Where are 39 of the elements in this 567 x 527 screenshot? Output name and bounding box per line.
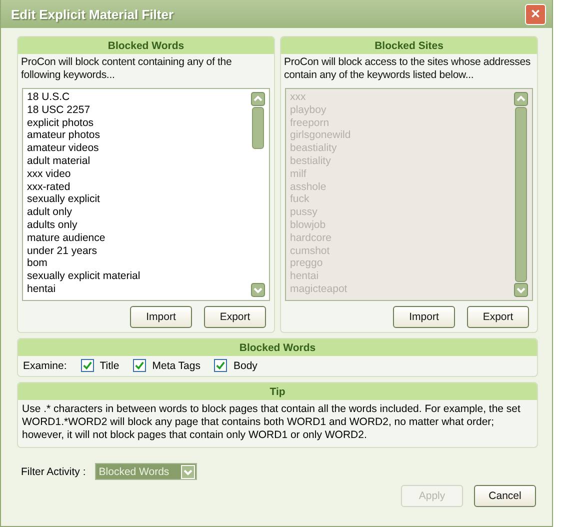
import-button[interactable]: Import — [130, 306, 192, 328]
checkbox-option[interactable]: Body — [214, 359, 258, 372]
examine-label: Examine: — [23, 360, 67, 372]
list-item[interactable]: mature audience — [27, 232, 247, 245]
tip-text: Use .* characters in between words to block pages that contain all the words included. For example, the set WORD1.*WORD2 will block any page that contains both WORD1 and WORD2, no matter what order; however, it will not block pages that contain only WORD1 or only WORD2. — [21, 402, 522, 443]
list-item[interactable]: adults only — [27, 218, 247, 232]
list-item[interactable]: amateur videos — [27, 142, 247, 155]
list-item[interactable]: explicit photos — [27, 116, 247, 130]
list-item[interactable]: xxx video — [27, 168, 247, 181]
panel-heading: Tip — [18, 383, 537, 400]
panel-heading: Blocked Words — [18, 339, 537, 356]
list-item[interactable]: adult material — [27, 154, 247, 168]
export-button[interactable]: Export — [204, 306, 266, 328]
panel-heading: Blocked Words — [18, 37, 274, 54]
filter-activity-label: Filter Activity : — [21, 466, 86, 478]
list-item[interactable]: 18 U.S.C — [27, 91, 247, 104]
list-item[interactable]: 18 USC 2257 — [27, 104, 247, 117]
list-item[interactable]: under 21 years — [27, 244, 247, 258]
list-item[interactable]: xxx-rated — [27, 180, 247, 194]
list-item[interactable]: adult only — [27, 206, 247, 219]
scroll-thumb[interactable] — [252, 107, 264, 149]
panel-description: ProCon will block access to the sites whose addresses contain any of the keywords listed below... — [283, 55, 532, 83]
checkbox[interactable] — [80, 359, 94, 372]
panel-description: ProCon will block content containing any of the following keywords... — [20, 55, 233, 83]
scroll-down-icon[interactable] — [251, 283, 265, 297]
list-item[interactable]: hentai — [27, 282, 247, 296]
panel-heading: Blocked Sites — [281, 37, 537, 54]
list-item[interactable]: bom — [27, 257, 247, 270]
checkbox-option[interactable]: Title — [80, 359, 120, 372]
list-item[interactable]: amateur photos — [27, 129, 247, 142]
scroll-up-icon[interactable] — [251, 92, 265, 106]
checkbox[interactable] — [133, 359, 146, 372]
list-item[interactable]: sexually explicit material — [27, 270, 247, 283]
cancel-button[interactable]: Cancel — [474, 485, 536, 507]
checkbox[interactable] — [214, 359, 228, 372]
window-title: Edit Explicit Material Filter — [11, 6, 174, 22]
list-item[interactable]: sexually explicit — [27, 193, 247, 206]
checkbox-option[interactable]: Meta Tags — [133, 359, 200, 372]
keyword-list[interactable] — [22, 88, 270, 301]
